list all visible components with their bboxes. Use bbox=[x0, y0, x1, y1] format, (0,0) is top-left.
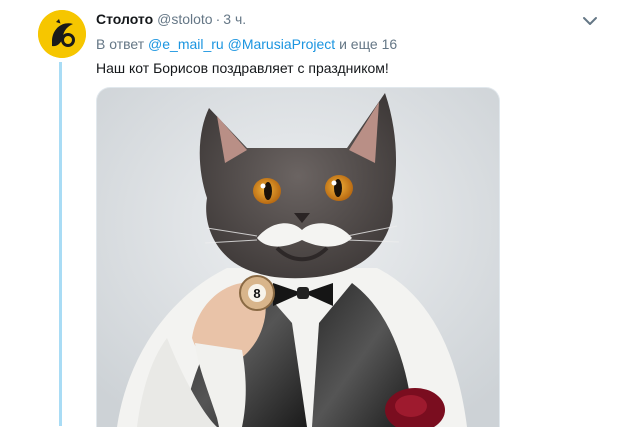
tweet-photo[interactable]: 8 bbox=[96, 87, 500, 427]
separator: · bbox=[215, 11, 221, 27]
mention-link[interactable]: @e_mail_ru bbox=[148, 36, 224, 52]
mention-link[interactable]: @MarusiaProject bbox=[228, 36, 336, 52]
thread-line bbox=[59, 62, 62, 426]
reply-more[interactable]: и еще 16 bbox=[339, 36, 397, 52]
author-name[interactable]: Столото bbox=[96, 11, 153, 27]
author-handle[interactable]: @stoloto bbox=[157, 11, 212, 27]
reply-prefix: В ответ bbox=[96, 36, 145, 52]
cat-photo-image: 8 bbox=[97, 88, 499, 427]
reply-context: В ответ @e_mail_ru @MarusiaProject и еще… bbox=[96, 36, 397, 52]
tweet-text: Наш кот Борисов поздравляет с праздником… bbox=[96, 60, 389, 76]
avatar[interactable] bbox=[38, 10, 86, 58]
tweet-header: Столото @stoloto · 3 ч. bbox=[96, 11, 246, 27]
timestamp[interactable]: 3 ч. bbox=[223, 11, 246, 27]
chevron-down-icon[interactable] bbox=[581, 14, 599, 26]
stoloto-logo-icon bbox=[38, 10, 86, 58]
ball-number: 8 bbox=[253, 286, 260, 301]
